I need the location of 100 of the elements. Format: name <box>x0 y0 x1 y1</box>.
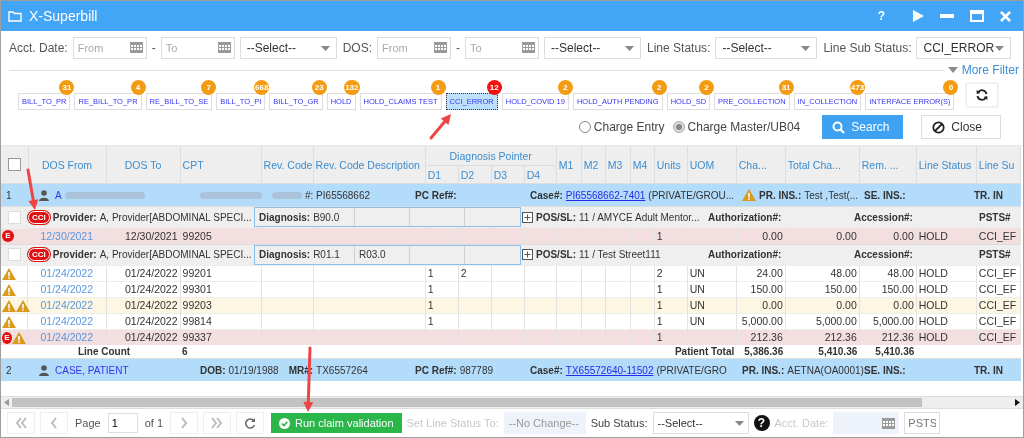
field-label: PC Ref#: <box>415 189 457 201</box>
search-icon <box>832 120 846 134</box>
more-filter-link[interactable]: More Filter <box>947 63 1019 77</box>
calendar-icon <box>882 417 896 429</box>
error-icon: E <box>2 331 12 344</box>
case-link[interactable]: TX65572640-11502 <box>565 364 654 376</box>
horizontal-scrollbar[interactable] <box>1 396 1023 408</box>
table-cell: 150.00 <box>750 283 783 295</box>
table-cell: 12/30/2021 <box>125 229 178 242</box>
table-cell: 2 <box>656 267 663 279</box>
table-cell: UN <box>689 283 705 295</box>
field-value: (PRIVATE/GROU... <box>648 189 735 201</box>
checkbox[interactable] <box>7 158 21 172</box>
field-label: Diagnosis: <box>259 211 311 223</box>
previous-page-icon <box>48 417 60 429</box>
table-cell: 99814 <box>182 315 212 327</box>
field-value: TX6557264 <box>316 364 368 376</box>
range-separator: - <box>151 41 156 55</box>
table-cell: CCI_EF <box>978 229 1017 242</box>
table-cell: CCI_EF <box>978 267 1017 279</box>
count-badge: 2 <box>651 80 667 95</box>
next-page-button[interactable] <box>170 412 199 434</box>
table-cell: 0.00 <box>893 229 914 242</box>
select-field[interactable]: --Select-- <box>715 37 818 59</box>
refresh-button[interactable] <box>966 83 999 107</box>
table-cell: CCI_EF <box>978 315 1017 327</box>
table-cell: 1 <box>656 299 663 311</box>
column-header: CPT <box>180 146 262 184</box>
total-label: Patient Total <box>674 346 735 357</box>
column-header: M1 <box>556 146 582 184</box>
date-field[interactable]: To <box>160 37 235 59</box>
calendar-icon <box>217 42 231 53</box>
page-label: Page <box>75 417 101 429</box>
table-cell: 212.36 <box>881 331 914 344</box>
radio-label: Charge Entry <box>593 120 665 134</box>
table-cell: 99203 <box>182 299 212 311</box>
previous-page-button[interactable] <box>40 412 68 434</box>
select-field[interactable]: --Select-- <box>652 412 749 434</box>
column-header: Rev. Code Description <box>313 146 426 184</box>
select-field[interactable]: CCI_ERROR <box>916 37 1012 59</box>
row-number: 1 <box>5 189 13 201</box>
error-icon: E <box>2 230 14 242</box>
date-field[interactable]: From <box>377 37 452 59</box>
reload-icon <box>244 417 257 429</box>
field-label: PR. INS.: <box>742 364 785 376</box>
date-field[interactable]: From <box>72 37 147 59</box>
patient-name-link[interactable]: CASE, PATIENT <box>55 364 129 376</box>
first-page-button[interactable] <box>7 412 35 434</box>
column-header: M4 <box>630 146 655 184</box>
select-field[interactable]: --Select-- <box>239 37 337 59</box>
field-value: 01/19/1988 <box>228 364 279 376</box>
field-label: Sub Status: <box>590 417 648 429</box>
column-header: Total Cha... <box>785 146 860 184</box>
field-label: Accession#: <box>854 211 914 223</box>
help-icon[interactable]: ? <box>753 415 770 431</box>
table-cell: 5,000.00 <box>741 315 783 327</box>
field-value: A, Provider[ABDOMINAL SPECI... <box>99 249 252 260</box>
table-cell: 01/24/2022 <box>125 283 178 295</box>
radio-button[interactable] <box>672 121 685 133</box>
range-separator: - <box>456 41 461 55</box>
table-cell: 99337 <box>182 331 212 344</box>
refresh-icon <box>976 89 989 101</box>
expand-icon[interactable] <box>522 211 533 223</box>
table-cell: 48.00 <box>830 267 857 279</box>
count-badge: 31 <box>778 80 794 95</box>
column-header: Line Status <box>916 146 977 184</box>
minimize-icon <box>940 14 954 18</box>
cci-badge: CCI <box>28 248 50 261</box>
expand-icon[interactable] <box>522 249 533 260</box>
psts-field[interactable]: PSTS <box>904 412 941 434</box>
row-number: 2 <box>5 364 13 376</box>
diagnosis-code: B90.0 <box>313 211 340 223</box>
table-cell: 01/24/2022 <box>125 299 178 311</box>
close-icon <box>1000 10 1011 22</box>
patient-name-link[interactable]: A <box>55 189 62 201</box>
table-cell: 1 <box>427 315 434 327</box>
date-field[interactable]: To <box>465 37 540 59</box>
select-field[interactable]: --Select-- <box>544 37 642 59</box>
count-badge: 7 <box>201 80 217 95</box>
table-cell: 0.00 <box>893 299 914 311</box>
last-page-icon <box>211 417 224 429</box>
field-label: DOB: <box>200 364 226 376</box>
field-value: Test ,Test(... <box>804 189 859 201</box>
page-count: of 1 <box>144 417 164 429</box>
page-input[interactable]: 1 <box>107 413 138 433</box>
close-button[interactable]: Close <box>921 115 1001 139</box>
count-badge: 4 <box>130 80 146 95</box>
field-value: A, Provider[ABDOMINAL SPECI... <box>99 211 252 223</box>
reload-button[interactable] <box>236 412 265 434</box>
field-label: SE. INS.: <box>864 364 906 376</box>
table-cell: UN <box>689 315 705 327</box>
table-cell: UN <box>689 299 705 311</box>
field-label: Accession#: <box>854 249 914 260</box>
total-value: 5,410.36 <box>818 346 858 357</box>
calendar-icon <box>522 42 536 53</box>
radio-label: Charge Master/UB04 <box>687 120 801 134</box>
field-label: Authorization#: <box>708 249 783 260</box>
column-header: Rem. ... <box>859 146 917 184</box>
case-link[interactable]: PI65568662-7401 <box>565 189 646 201</box>
table-cell: 01/24/2022 <box>125 331 178 344</box>
